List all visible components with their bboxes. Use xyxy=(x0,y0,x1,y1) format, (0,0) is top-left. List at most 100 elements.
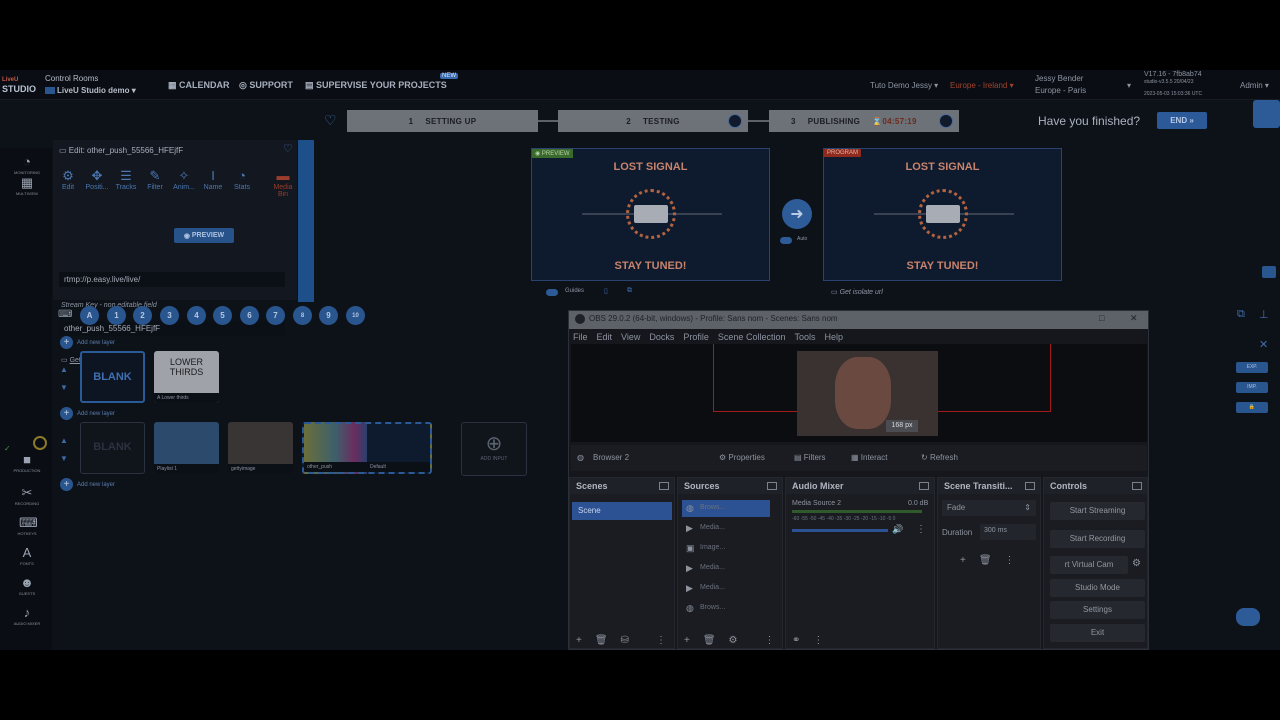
gear-icon[interactable]: ⚙ xyxy=(1132,558,1141,569)
step-testing[interactable]: 2 TESTING xyxy=(558,110,748,132)
auto-toggle[interactable] xyxy=(780,237,792,244)
export-button[interactable]: EXP. xyxy=(1236,362,1268,373)
media-bin-button[interactable]: ▬ Media Bin xyxy=(269,168,297,198)
add-layer-middle[interactable]: + Add new layer xyxy=(60,407,115,420)
layer-button-2[interactable]: 2 xyxy=(133,306,152,325)
region-selector[interactable]: Europe - Ireland ▾ xyxy=(950,81,1014,90)
rail-multiview[interactable]: ▦ MULTIVIEW xyxy=(4,176,50,197)
tuto-selector[interactable]: Tuto Demo Jessy ▾ xyxy=(870,81,938,90)
rail-guests[interactable]: ☻ GUESTS xyxy=(4,576,50,597)
panel-collapse-bar[interactable] xyxy=(298,140,314,302)
link-icon[interactable]: ⚭ xyxy=(792,635,800,646)
layer-button-5[interactable]: 5 xyxy=(213,306,232,325)
layer-button-8[interactable]: 8 xyxy=(293,306,312,325)
source-item[interactable]: ◍ Brows... xyxy=(682,500,770,517)
import-button[interactable]: IMP. xyxy=(1236,382,1268,393)
layer-button-3[interactable]: 3 xyxy=(160,306,179,325)
layer-button-4[interactable]: 4 xyxy=(187,306,206,325)
user-menu-chevron[interactable]: ▾ xyxy=(1127,81,1131,90)
speaker-icon[interactable]: 🔊 xyxy=(892,524,903,535)
transition-select[interactable]: Fade ⇕ xyxy=(942,500,1036,516)
step-setting-up[interactable]: 1 SETTING UP xyxy=(347,110,538,132)
source-item[interactable]: ▶ Media... xyxy=(682,580,770,597)
transition-arrow-button[interactable]: ➜ xyxy=(782,199,812,229)
more-icon[interactable]: ⋮ xyxy=(916,524,926,535)
source-item[interactable]: ▶ Media... xyxy=(682,560,770,577)
layer-button-1[interactable]: 1 xyxy=(107,306,126,325)
user-name[interactable]: Jessy Bender xyxy=(1035,74,1083,83)
layer-reorder-arrows[interactable]: ▲ ▼ xyxy=(60,365,72,392)
duration-input[interactable]: 300 ms xyxy=(980,524,1036,540)
gear-icon[interactable]: ⚙ xyxy=(729,635,738,646)
layer-button-10[interactable]: 10 xyxy=(346,306,365,325)
settings-button[interactable]: Settings xyxy=(1050,601,1145,619)
blank-card[interactable]: BLANK xyxy=(80,351,145,403)
tab-animation[interactable]: ✧ Anim... xyxy=(170,168,198,191)
studio-selector[interactable]: LiveU Studio demo ▾ xyxy=(45,86,136,95)
rail-hotkeys[interactable]: ⌨ HOTKEYS xyxy=(4,516,50,537)
properties-button[interactable]: ⚙ Properties xyxy=(719,453,765,462)
preview-button[interactable]: ◉ PREVIEW xyxy=(174,228,234,243)
copy-icon[interactable]: ⧉ xyxy=(627,287,632,295)
tab-tracks[interactable]: ☰ Tracks xyxy=(112,168,140,191)
source-item[interactable]: ◍ Brows... xyxy=(682,600,770,617)
side-toggle-icon[interactable] xyxy=(1262,266,1276,278)
rail-fonts[interactable]: A FONTS xyxy=(4,546,50,567)
tab-position[interactable]: ✥ Positi... xyxy=(83,168,111,191)
copy-icon[interactable]: ⧉ xyxy=(1237,308,1245,321)
more-icon[interactable]: ⋮ xyxy=(1005,555,1015,566)
menu-file[interactable]: File xyxy=(573,332,588,342)
role-selector[interactable]: Admin ▾ xyxy=(1240,81,1269,90)
layer-button-7[interactable]: 7 xyxy=(266,306,285,325)
add-icon[interactable]: + xyxy=(576,635,582,646)
chat-icon[interactable] xyxy=(1253,100,1280,128)
undock-icon[interactable] xyxy=(1025,482,1035,490)
add-icon[interactable]: + xyxy=(684,635,690,646)
other-push-card[interactable]: other_push Default xyxy=(302,422,432,474)
trash-icon[interactable]: 🗑 xyxy=(595,635,608,646)
trash-icon[interactable]: 🗑 xyxy=(979,555,992,566)
calendar-link[interactable]: ▦ CALENDAR xyxy=(168,80,230,91)
start-streaming-button[interactable]: Start Streaming xyxy=(1050,502,1145,520)
layer-button-a[interactable]: A xyxy=(80,306,99,325)
menu-help[interactable]: Help xyxy=(824,332,843,342)
rail-recording[interactable]: ✂ RECORDING xyxy=(4,486,50,507)
menu-profile[interactable]: Profile xyxy=(683,332,709,342)
close-icon[interactable]: ✕ xyxy=(1259,338,1268,351)
menu-scene-collection[interactable]: Scene Collection xyxy=(718,332,786,342)
layer-reorder-arrows[interactable]: ▲ ▼ xyxy=(60,436,72,463)
close-icon[interactable]: ✕ xyxy=(1130,313,1138,324)
rail-audio-mixer[interactable]: ♪ AUDIO MIXER xyxy=(4,606,50,627)
tab-edit[interactable]: ⚙ Edit xyxy=(54,168,82,191)
filters-button[interactable]: ▤ Filters xyxy=(794,453,826,462)
source-item[interactable]: ▣ Image... xyxy=(682,540,770,557)
trash-icon[interactable]: 🗑 xyxy=(703,635,716,646)
tab-name[interactable]: I Name xyxy=(199,168,227,191)
keyboard-icon[interactable]: ⌨ xyxy=(58,310,74,320)
liveu-studio-logo[interactable]: LiveU STUDIO xyxy=(2,76,38,94)
chat-bubble-icon[interactable] xyxy=(1236,608,1260,626)
volume-slider[interactable] xyxy=(792,529,888,532)
menu-tools[interactable]: Tools xyxy=(794,332,815,342)
interact-button[interactable]: ▦ Interact xyxy=(851,453,887,462)
virtual-cam-button[interactable]: rt Virtual Cam xyxy=(1050,556,1128,574)
undock-icon[interactable] xyxy=(919,482,929,490)
preview-monitor[interactable]: ◉ PREVIEW LOST SIGNAL STAY TUNED! xyxy=(531,148,770,281)
hint-bulb-icon[interactable]: ♡ xyxy=(324,112,337,129)
rtmp-url-field[interactable]: rtmp://p.easy.live/live/ xyxy=(59,272,285,287)
playlist-card[interactable]: Playlist 1 xyxy=(154,422,219,474)
support-link[interactable]: ◎ SUPPORT xyxy=(239,80,293,91)
filter-icon[interactable]: ⛁ xyxy=(621,635,629,646)
obs-canvas[interactable]: 168 px xyxy=(571,344,1147,442)
undock-icon[interactable] xyxy=(767,482,777,490)
studio-mode-button[interactable]: Studio Mode xyxy=(1050,579,1145,597)
undock-icon[interactable] xyxy=(659,482,669,490)
more-icon[interactable]: ⋮ xyxy=(765,635,775,646)
mobile-icon[interactable]: ▯ xyxy=(604,287,608,295)
rail-monitoring[interactable]: ◔ MONITORING xyxy=(4,155,50,176)
more-icon[interactable]: ⋮ xyxy=(656,635,666,646)
exit-button[interactable]: Exit xyxy=(1050,624,1145,642)
source-item[interactable]: ▶ Media... xyxy=(682,520,770,537)
pin-icon[interactable]: ⊥ xyxy=(1259,308,1269,321)
maximize-icon[interactable]: □ xyxy=(1099,313,1104,323)
